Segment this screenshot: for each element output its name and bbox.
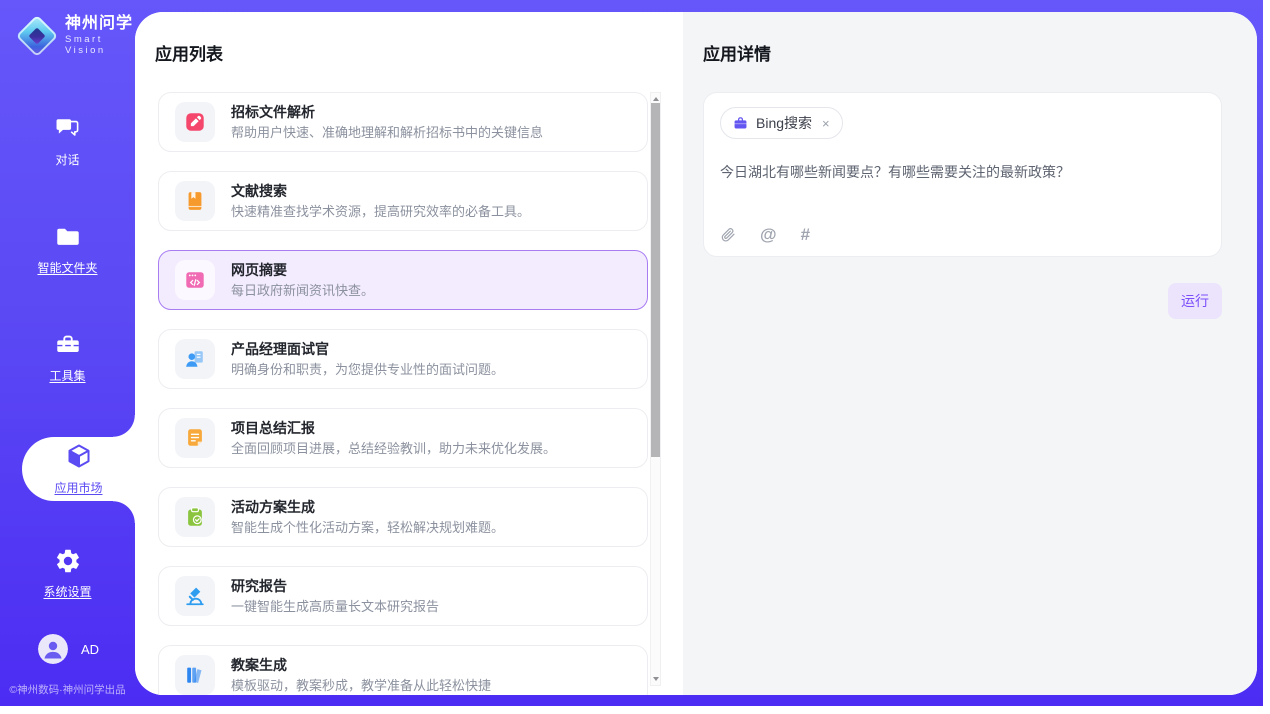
app-card-title: 研究报告 [231, 579, 439, 593]
app-card[interactable]: 研究报告 一键智能生成高质量长文本研究报告 [158, 566, 648, 626]
app-detail-title: 应用详情 [703, 40, 1222, 65]
sidebar: 神州问学 Smart Vision 对话 智能文件夹 工具集 应用市场 [0, 0, 135, 706]
main-content: 应用列表 招标文件解析 帮助用户快速、准确地理解和解析招标书中的关键信息 文献搜… [135, 12, 1257, 695]
sidebar-item-settings[interactable]: 系统设置 [0, 545, 135, 601]
app-cards: 招标文件解析 帮助用户快速、准确地理解和解析招标书中的关键信息 文献搜索 快速精… [158, 92, 648, 695]
folder-icon [53, 222, 83, 252]
gear-icon [53, 546, 83, 576]
app-card[interactable]: 文献搜索 快速精准查找学术资源，提高研究效率的必备工具。 [158, 171, 648, 231]
app-card[interactable]: 产品经理面试官 明确身份和职责，为您提供专业性的面试问题。 [158, 329, 648, 389]
clipboard-check-icon [175, 497, 215, 537]
tag-close-icon[interactable]: × [822, 117, 830, 130]
sidebar-item-label: 应用市场 [54, 479, 102, 496]
app-list-panel: 应用列表 招标文件解析 帮助用户快速、准确地理解和解析招标书中的关键信息 文献搜… [135, 12, 683, 695]
briefcase-icon [733, 116, 748, 131]
app-frame: 神州问学 Smart Vision 对话 智能文件夹 工具集 应用市场 [0, 0, 1263, 706]
copyright-text: ©神州数码·神州问学出品 [0, 682, 135, 706]
run-button[interactable]: 运行 [1168, 283, 1222, 319]
microscope-icon [175, 576, 215, 616]
app-card-desc: 智能生成个性化活动方案，轻松解决规划难题。 [231, 521, 504, 534]
app-card-title: 产品经理面试官 [231, 342, 504, 356]
app-card-title: 网页摘要 [231, 263, 374, 277]
app-card[interactable]: 活动方案生成 智能生成个性化活动方案，轻松解决规划难题。 [158, 487, 648, 547]
edit-square-icon [175, 102, 215, 142]
user-initials: AD [81, 642, 99, 657]
app-card[interactable]: 网页摘要 每日政府新闻资讯快查。 [158, 250, 648, 310]
sidebar-item-label: 智能文件夹 [37, 259, 97, 276]
app-detail-panel: 应用详情 Bing搜索 × [683, 12, 1257, 695]
sidebar-item-app-market[interactable]: 应用市场 [22, 437, 135, 501]
app-list-scroll-area: 招标文件解析 帮助用户快速、准确地理解和解析招标书中的关键信息 文献搜索 快速精… [155, 92, 683, 695]
toolbox-icon [53, 330, 83, 360]
sidebar-item-smart-folder[interactable]: 智能文件夹 [0, 221, 135, 277]
brand-diamond-icon [20, 19, 54, 53]
app-card-title: 文献搜索 [231, 184, 530, 198]
sidebar-item-label: 工具集 [49, 367, 85, 384]
sidebar-item-toolset[interactable]: 工具集 [0, 329, 135, 385]
list-scrollbar[interactable] [650, 92, 661, 686]
query-text[interactable]: 今日湖北有哪些新闻要点？有哪些需要关注的最新政策？ [720, 163, 1205, 183]
brand-logo: 神州问学 Smart Vision [0, 0, 135, 57]
app-card-desc: 模板驱动，教案秒成，教学准备从此轻松快捷 [231, 679, 491, 692]
app-card-desc: 快速精准查找学术资源，提高研究效率的必备工具。 [231, 205, 530, 218]
app-card-desc: 全面回顾项目进展，总结经验教训，助力未来优化发展。 [231, 442, 556, 455]
avatar[interactable] [38, 634, 68, 664]
at-sign-icon[interactable]: @ [760, 226, 777, 243]
interviewer-icon [175, 339, 215, 379]
book-icon [175, 181, 215, 221]
app-card-desc: 明确身份和职责，为您提供专业性的面试问题。 [231, 363, 504, 376]
app-card-title: 教案生成 [231, 658, 491, 672]
paperclip-icon[interactable] [720, 226, 736, 243]
app-card[interactable]: 招标文件解析 帮助用户快速、准确地理解和解析招标书中的关键信息 [158, 92, 648, 152]
chat-icon [53, 114, 83, 144]
input-toolbar: @ # [720, 226, 1205, 243]
app-card-title: 招标文件解析 [231, 105, 543, 119]
app-card-desc: 每日政府新闻资讯快查。 [231, 284, 374, 297]
brand-subtitle: Smart Vision [65, 35, 135, 57]
sidebar-bottom: AD ©神州数码·神州问学出品 [0, 634, 135, 706]
app-card-desc: 一键智能生成高质量长文本研究报告 [231, 600, 439, 613]
user-row[interactable]: AD [0, 634, 135, 664]
sidebar-nav: 对话 智能文件夹 工具集 应用市场 系统设置 [0, 113, 135, 653]
app-card-title: 活动方案生成 [231, 500, 504, 514]
app-card-title: 项目总结汇报 [231, 421, 556, 435]
tool-tag-label: Bing搜索 [756, 113, 812, 133]
sidebar-item-dialog[interactable]: 对话 [0, 113, 135, 169]
scrollbar-thumb[interactable] [651, 103, 660, 457]
app-card-desc: 帮助用户快速、准确地理解和解析招标书中的关键信息 [231, 126, 543, 139]
sidebar-item-label: 系统设置 [43, 583, 91, 600]
app-card[interactable]: 教案生成 模板驱动，教案秒成，教学准备从此轻松快捷 [158, 645, 648, 695]
sidebar-item-label: 对话 [55, 151, 79, 168]
cube-icon [64, 442, 94, 472]
scroll-down-arrow-icon[interactable] [651, 674, 660, 684]
tool-tag-bing-search[interactable]: Bing搜索 × [720, 107, 843, 139]
prompt-input-card[interactable]: Bing搜索 × 今日湖北有哪些新闻要点？有哪些需要关注的最新政策？ @ # [703, 92, 1222, 257]
memo-icon [175, 418, 215, 458]
books-icon [175, 655, 215, 695]
app-card[interactable]: 项目总结汇报 全面回顾项目进展，总结经验教训，助力未来优化发展。 [158, 408, 648, 468]
app-list-title: 应用列表 [155, 40, 683, 65]
hash-icon[interactable]: # [801, 226, 810, 243]
browser-code-icon [175, 260, 215, 300]
brand-name: 神州问学 [65, 15, 135, 33]
